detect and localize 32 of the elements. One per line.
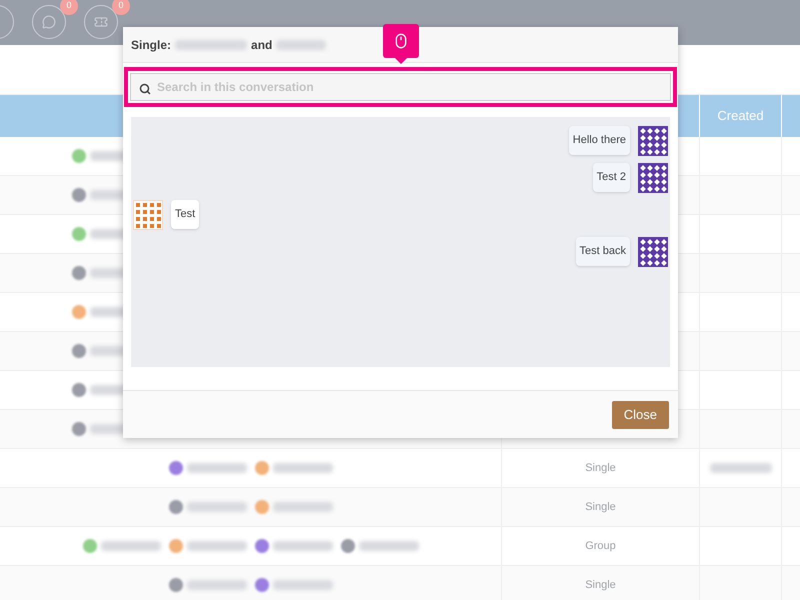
table-cell-text: Single bbox=[585, 578, 616, 593]
blurred-name bbox=[186, 463, 246, 473]
pattern-avatar-icon bbox=[133, 200, 163, 230]
message-bubble: Test back bbox=[576, 237, 630, 266]
table-cell-text: Single bbox=[585, 500, 616, 515]
mouse-icon bbox=[393, 33, 409, 49]
ticket-icon bbox=[94, 14, 108, 28]
message-bubble: Test bbox=[171, 200, 200, 228]
blurred-name bbox=[272, 502, 332, 512]
count-badge: 0 bbox=[112, 0, 130, 14]
table-cell-text: Group bbox=[585, 538, 616, 554]
search-icon bbox=[139, 83, 151, 95]
blurred-name bbox=[186, 502, 246, 512]
blurred-name bbox=[186, 541, 246, 551]
message-bubble: Hello there bbox=[568, 126, 630, 154]
pattern-avatar-icon bbox=[638, 126, 668, 156]
close-button[interactable]: Close bbox=[612, 400, 669, 428]
blurred-name bbox=[272, 463, 332, 473]
blurred-name bbox=[100, 541, 160, 551]
blurred-name bbox=[186, 580, 246, 590]
dialog-title: Single: bbox=[131, 36, 172, 54]
count-badge: 0 bbox=[60, 0, 78, 14]
pattern-avatar-icon bbox=[638, 163, 668, 193]
chat-bubble-icon bbox=[42, 14, 56, 28]
dialog-title: and bbox=[251, 36, 272, 54]
table-cell-text: Single bbox=[585, 460, 616, 476]
blurred-name bbox=[358, 541, 418, 551]
pattern-avatar-icon bbox=[638, 237, 668, 267]
blurred-name bbox=[272, 580, 332, 590]
blurred-name bbox=[272, 541, 332, 551]
message-bubble: Test 2 bbox=[592, 163, 630, 192]
blurred-name bbox=[276, 40, 326, 50]
